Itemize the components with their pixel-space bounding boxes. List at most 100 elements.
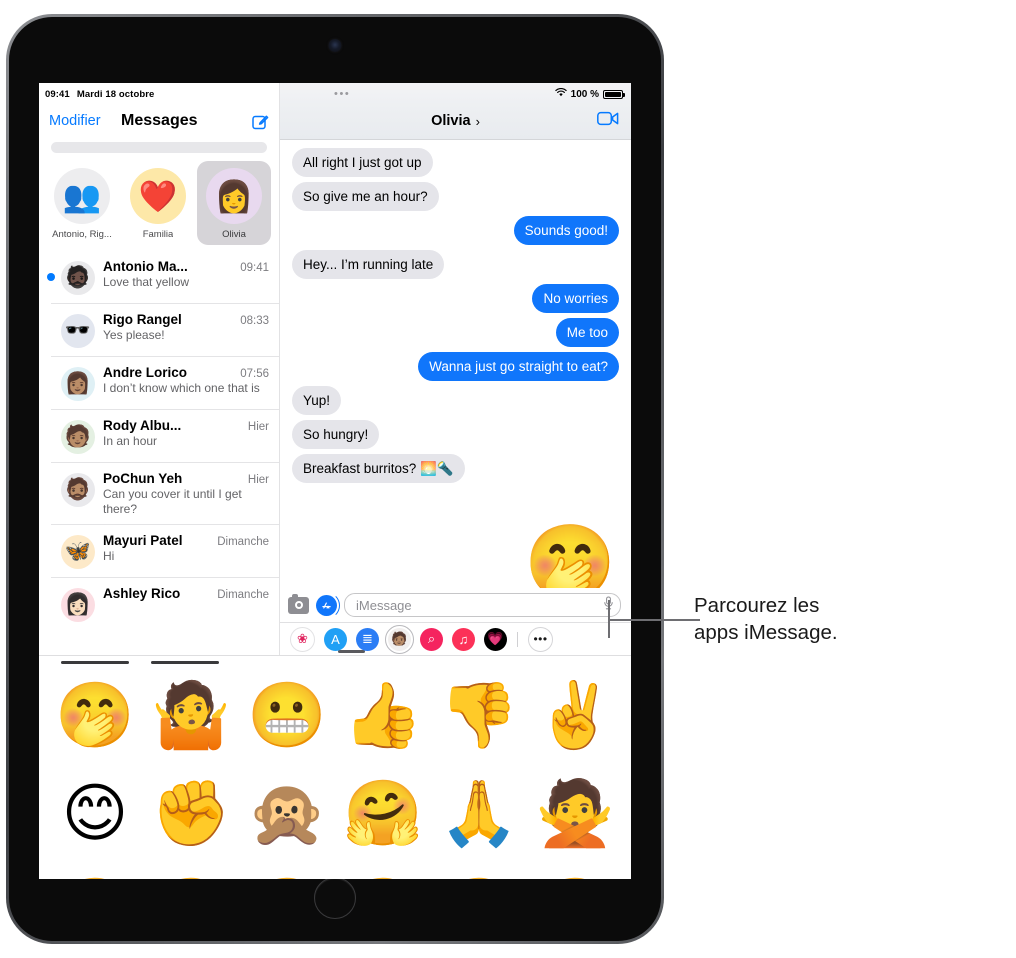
memoji-nervous[interactable]: 😬: [239, 666, 335, 764]
message-text: No worries: [532, 284, 619, 313]
memoji-row3-2[interactable]: 🙂: [143, 862, 239, 879]
camera-icon[interactable]: [288, 594, 309, 614]
ipad-device: 09:41 Mardi 18 octobre Modifier Messages: [6, 14, 664, 944]
conversation-time: 09:41: [240, 262, 269, 274]
conversation-time: 07:56: [240, 368, 269, 380]
app-store-icon[interactable]: [316, 591, 340, 619]
conversation-preview: Can you cover it until I get there?: [103, 487, 242, 516]
message-bubble-out[interactable]: No worries: [292, 284, 619, 313]
callout-line-2: apps iMessage.: [694, 621, 838, 645]
conversation-preview: I don’t know which one that is: [103, 381, 260, 395]
message-bubble-out[interactable]: Sounds good!: [292, 216, 624, 245]
edit-button[interactable]: Modifier: [49, 113, 101, 129]
conversation-time: Dimanche: [217, 589, 269, 602]
memoji-thumbs-up[interactable]: 👍: [335, 666, 431, 764]
ipad-bezel: 09:41 Mardi 18 octobre Modifier Messages: [9, 17, 661, 941]
music-app-icon[interactable]: ♫: [452, 627, 475, 651]
memoji-crossed-arms[interactable]: 🙅: [527, 764, 623, 862]
conversation-preview: Love that yellow: [103, 275, 190, 289]
message-text: Wanna just go straight to eat?: [418, 352, 623, 381]
pinned-conversations: 👥 Antonio, Rig... ❤️ Familia 👩 Olivia: [39, 161, 279, 251]
message-bubble-in[interactable]: So give me an hour?: [288, 182, 619, 211]
photos-app-icon[interactable]: ❀: [290, 626, 315, 652]
message-text: All right I just got up: [292, 148, 433, 177]
memoji-row3-3[interactable]: 🙂: [239, 862, 335, 879]
message-bubble-out[interactable]: Me too: [292, 318, 619, 347]
more-apps-icon[interactable]: •••: [528, 626, 553, 652]
conversation-row[interactable]: 🕶️ Rigo Rangel 08:33 Yes please!: [51, 303, 279, 356]
memoji-peace[interactable]: ✌️: [527, 666, 623, 764]
group-memoji-avatar: 👥: [54, 168, 110, 224]
message-bubble-in[interactable]: All right I just got up: [292, 148, 619, 177]
memoji-shrug[interactable]: 🤷: [143, 666, 239, 764]
conversation-pane: ••• 100 % Olivia › All right I just got …: [280, 83, 631, 655]
conversation-row[interactable]: 🦋 Mayuri Patel Dimanche Hi: [51, 524, 279, 577]
message-text: Yup!: [292, 386, 342, 415]
conversation-row[interactable]: 🧑🏽 Rody Albu... Hier In an hour: [51, 409, 279, 462]
home-button[interactable]: [314, 877, 356, 919]
wifi-icon: [554, 88, 567, 100]
avatar: 🧔🏽: [61, 473, 95, 507]
board-handle-1[interactable]: [151, 661, 219, 664]
drawer-handle[interactable]: [338, 649, 365, 653]
memoji-presenting[interactable]: 🤗: [335, 764, 431, 862]
chevron-right-icon[interactable]: ›: [476, 114, 480, 129]
multitask-dots-icon[interactable]: •••: [334, 88, 350, 100]
sent-sticker[interactable]: 🤭Distribué: [292, 498, 616, 589]
search-input[interactable]: [51, 142, 267, 153]
memoji-hand-over-mouth[interactable]: 🙊: [239, 764, 335, 862]
message-text: Hey... I’m running late: [287, 250, 445, 279]
callout-text: Parcourez les apps iMessage.: [694, 592, 944, 647]
memoji-thumbs-down[interactable]: 👎: [431, 666, 527, 764]
avatar: 🧑🏽: [61, 420, 95, 454]
memoji-fist[interactable]: ✊: [143, 764, 239, 862]
status-date: Mardi 18 octobre: [76, 88, 155, 100]
message-bubble-in[interactable]: Yup!: [292, 386, 619, 415]
app-store-app-icon[interactable]: A: [324, 627, 347, 651]
compose-icon[interactable]: [252, 113, 269, 130]
audio-message-app-icon[interactable]: ≣: [356, 627, 379, 651]
avatar: 👩🏽: [61, 367, 95, 401]
olivia-memoji-avatar: 👩: [206, 168, 262, 224]
facetime-video-icon[interactable]: [597, 111, 619, 131]
message-text: Breakfast burritos? 🌅🔦: [288, 454, 465, 483]
memoji-row3-5[interactable]: 🙂: [431, 862, 527, 879]
memoji-row3-4[interactable]: 🙂: [335, 862, 431, 879]
pinned-label: Familia: [142, 229, 174, 240]
contact-name[interactable]: Olivia: [431, 113, 471, 129]
conversation-list[interactable]: 🧔🏿 Antonio Ma... 09:41 Love that yellow 🕶️ Ri…: [39, 251, 279, 655]
callout-leader-line: [610, 619, 700, 621]
conversation-row[interactable]: 👩🏽 Andre Lorico 07:56 I don’t know which on…: [51, 356, 279, 409]
message-bubble-in[interactable]: So hungry!: [292, 420, 619, 449]
pinned-conversation-2[interactable]: 👩 Olivia: [197, 161, 271, 245]
memoji-praying[interactable]: 🙏: [431, 764, 527, 862]
sticker-grid[interactable]: 🤭🤷😬👍👎✌️😊✊🙊🤗🙏🙅🙂🙂🙂🙂🙂🙂: [39, 664, 631, 879]
conversation-row[interactable]: 🧔🏽 PoChun Yeh Hier Can you cover it until I…: [51, 462, 279, 524]
heart-avatar: ❤️: [130, 168, 186, 224]
memoji-blush-hand[interactable]: 🤭: [47, 666, 143, 764]
memoji-row3-1[interactable]: 🙂: [47, 862, 143, 879]
conversation-name: Andre Lorico: [103, 365, 188, 380]
message-bubble-in[interactable]: Breakfast burritos? 🌅🔦: [288, 454, 619, 483]
message-bubble-out[interactable]: Wanna just go straight to eat?: [292, 352, 623, 381]
board-handles[interactable]: [39, 656, 631, 664]
message-input-row: iMessage: [280, 588, 631, 622]
message-thread[interactable]: All right I just got up So give me an hou…: [280, 140, 631, 588]
conversation-time: 08:33: [240, 315, 269, 327]
memoji-hands-cheeks[interactable]: 😊: [47, 764, 143, 862]
status-bar-left: 09:41 Mardi 18 octobre: [39, 83, 279, 103]
message-text: So hungry!: [292, 420, 380, 449]
message-bubble-in[interactable]: Hey... I’m running late: [287, 250, 619, 279]
imessage-input[interactable]: iMessage: [344, 593, 621, 617]
conversation-row[interactable]: 🧔🏿 Antonio Ma... 09:41 Love that yellow: [47, 251, 279, 303]
memoji-stickers-app-icon[interactable]: 🧑🏽: [385, 624, 414, 654]
memoji-row3-6[interactable]: 🙂: [527, 862, 623, 879]
board-handle-0[interactable]: [61, 661, 129, 664]
conversation-navbar: Olivia ›: [280, 103, 631, 140]
images-search-app-icon[interactable]: ⌕: [420, 627, 443, 651]
pinned-conversation-1[interactable]: ❤️ Familia: [121, 161, 195, 245]
pinned-conversation-0[interactable]: 👥 Antonio, Rig...: [45, 161, 119, 245]
imessage-app-drawer[interactable]: ❀ A ≣ 🧑🏽 ⌕ ♫ 💗 •••: [280, 622, 631, 655]
conversation-row[interactable]: 👩🏻 Ashley Rico Dimanche: [51, 577, 279, 630]
digital-touch-app-icon[interactable]: 💗: [484, 627, 507, 651]
